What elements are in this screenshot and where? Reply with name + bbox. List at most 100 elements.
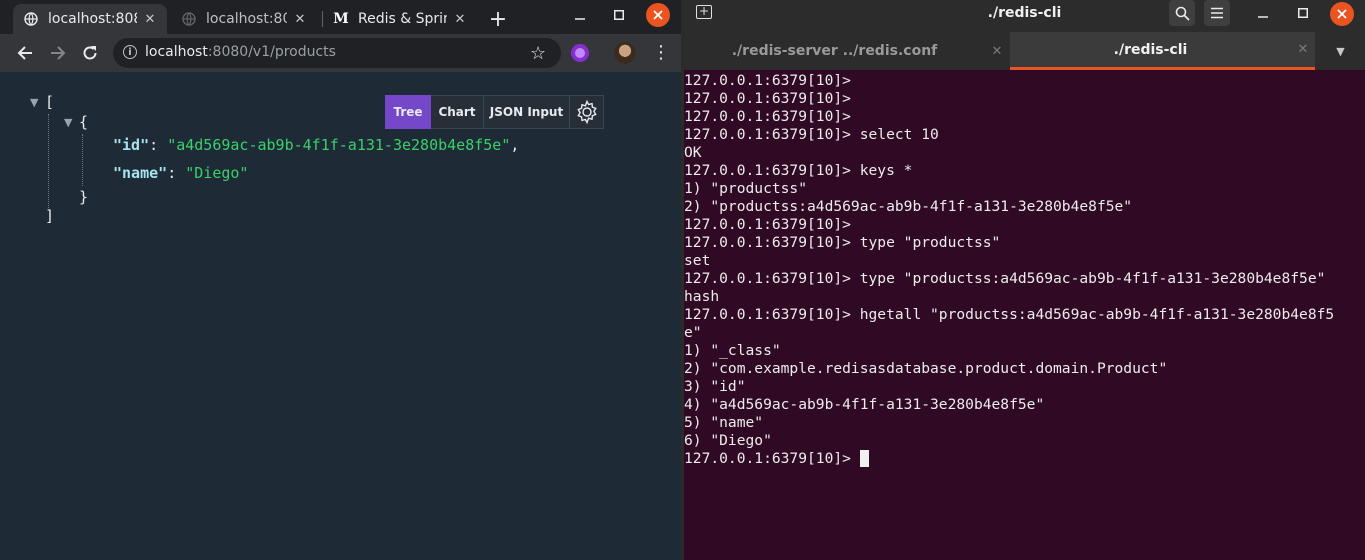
close-icon	[653, 10, 663, 20]
browser-tab-strip: localhost:8080/v1/products ✕ localhost:8…	[0, 0, 681, 34]
close-brace: }	[79, 188, 89, 206]
globe-icon	[181, 11, 197, 27]
browser-window: localhost:8080/v1/products ✕ localhost:8…	[0, 0, 681, 560]
terminal-header: + ./redis-cli	[684, 0, 1365, 32]
json-key: "id"	[113, 136, 150, 154]
bookmark-star-icon[interactable]: ☆	[530, 43, 546, 64]
reload-icon	[83, 46, 97, 60]
maximize-button[interactable]	[605, 4, 633, 26]
hamburger-icon	[1211, 7, 1223, 19]
terminal-tab-redis-server[interactable]: ./redis-server ../redis.conf ✕	[684, 32, 1009, 70]
tab-chart[interactable]: Chart	[431, 95, 484, 129]
browser-tab-3[interactable]: M Redis & Spring Boot ✕	[323, 4, 477, 34]
indent-guide	[82, 134, 83, 186]
terminal-line: 1) "productss"	[684, 180, 808, 197]
terminal-line: 127.0.0.1:6379[10]>	[684, 216, 851, 233]
view-mode-tabs: Tree Chart JSON Input	[385, 95, 604, 129]
json-value: "a4d569ac-ab9b-4f1f-a131-3e280b4e8f5e"	[167, 136, 511, 154]
collapse-triangle-icon[interactable]: ▼	[64, 116, 72, 129]
tab-list-dropdown-icon[interactable]: ▼	[1316, 32, 1365, 70]
indent-guide	[48, 114, 49, 210]
json-viewer: ▼ [ ▼ { "id": "a4d569ac-ab9b-4f1f-a131-3…	[0, 72, 681, 560]
close-icon	[1337, 9, 1347, 19]
search-icon	[1175, 6, 1190, 21]
json-row-id: "id": "a4d569ac-ab9b-4f1f-a131-3e280b4e8…	[113, 136, 520, 154]
terminal-prompt-line[interactable]: 127.0.0.1:6379[10]>	[684, 450, 1365, 468]
menu-dots-icon[interactable]: ⋮	[652, 42, 670, 63]
settings-button[interactable]	[570, 95, 604, 129]
terminal-line: 127.0.0.1:6379[10]> hgetall "productss:a…	[684, 306, 1335, 323]
arrow-right-icon	[51, 46, 66, 60]
minimize-button[interactable]	[566, 4, 594, 26]
extension-icon[interactable]	[571, 44, 589, 62]
maximize-icon	[1298, 8, 1308, 18]
terminal-line: 127.0.0.1:6379[10]> type "productss"	[684, 234, 1001, 251]
url-text: localhost:8080/v1/products	[145, 44, 336, 60]
terminal-line: 127.0.0.1:6379[10]>	[684, 90, 851, 107]
url-path: :8080/v1/products	[207, 44, 336, 60]
browser-tab-title: Redis & Spring Boot	[358, 11, 447, 27]
search-button[interactable]	[1169, 0, 1195, 26]
maximize-icon	[614, 10, 624, 20]
terminal-line: 2) "com.example.redisasdatabase.product.…	[684, 360, 1168, 377]
terminal-tab-redis-cli[interactable]: ./redis-cli ✕	[1010, 32, 1315, 70]
close-icon[interactable]: ✕	[985, 44, 1009, 59]
terminal-prompt: 127.0.0.1:6379[10]>	[684, 450, 860, 467]
terminal-line: 127.0.0.1:6379[10]> select 10	[684, 126, 939, 143]
json-key: "name"	[113, 164, 168, 182]
minimize-icon	[1258, 16, 1268, 18]
terminal-line: 127.0.0.1:6379[10]> keys *	[684, 162, 913, 179]
new-tab-button[interactable]: +	[486, 7, 510, 32]
json-value: "Diego"	[185, 164, 249, 182]
arrow-left-icon	[17, 46, 32, 60]
terminal-line: set	[684, 252, 711, 269]
minimize-icon	[575, 18, 585, 20]
terminal-line: 127.0.0.1:6379[10]>	[684, 108, 851, 125]
forward-button[interactable]	[47, 42, 69, 64]
close-icon[interactable]: ✕	[141, 10, 159, 28]
close-bracket: ]	[45, 207, 55, 225]
close-icon[interactable]: ✕	[291, 10, 309, 28]
terminal-output[interactable]: 127.0.0.1:6379[10]> 127.0.0.1:6379[10]> …	[684, 72, 1365, 560]
close-icon[interactable]: ✕	[451, 10, 469, 28]
globe-icon	[23, 11, 39, 27]
tab-tree[interactable]: Tree	[385, 95, 431, 129]
terminal-line: hash	[684, 288, 720, 305]
hamburger-menu-button[interactable]	[1204, 0, 1230, 26]
window-close-button[interactable]	[1330, 2, 1354, 26]
json-row-name: "name": "Diego"	[113, 164, 249, 182]
terminal-window: + ./redis-cli ./redis-server ../redis.co…	[684, 0, 1365, 560]
terminal-line: 6) "Diego"	[684, 432, 772, 449]
terminal-line: 2) "productss:a4d569ac-ab9b-4f1f-a131-3e…	[684, 198, 1133, 215]
tab-json-input[interactable]: JSON Input	[484, 95, 570, 129]
browser-tab-1[interactable]: localhost:8080/v1/products ✕	[13, 4, 167, 34]
open-bracket: [	[45, 93, 55, 111]
reload-button[interactable]	[79, 42, 101, 64]
terminal-tab-label: ./redis-server ../redis.conf	[731, 43, 938, 59]
terminal-line: 3) "id"	[684, 378, 746, 395]
gear-icon	[576, 99, 597, 125]
terminal-line: 127.0.0.1:6379[10]>	[684, 72, 851, 89]
terminal-line: 4) "a4d569ac-ab9b-4f1f-a131-3e280b4e8f5e…	[684, 396, 1045, 413]
browser-tab-title: localhost:8080/v1/products	[206, 11, 287, 27]
minimize-button[interactable]	[1250, 0, 1276, 26]
collapse-triangle-icon[interactable]: ▼	[30, 96, 38, 109]
browser-tab-2[interactable]: localhost:8080/v1/products ✕	[171, 4, 317, 34]
terminal-tab-label: ./redis-cli	[1113, 41, 1188, 58]
address-bar[interactable]: i localhost:8080/v1/products ☆	[113, 38, 561, 68]
window-close-button[interactable]	[646, 3, 670, 27]
back-button[interactable]	[14, 42, 36, 64]
profile-avatar[interactable]	[614, 42, 636, 64]
browser-tab-title: localhost:8080/v1/products	[48, 11, 137, 27]
url-host: localhost	[145, 44, 208, 60]
terminal-line: e"	[684, 324, 702, 341]
info-icon[interactable]: i	[123, 45, 137, 59]
maximize-button[interactable]	[1290, 0, 1316, 26]
terminal-line: 5) "name"	[684, 414, 764, 431]
terminal-tab-bar: ./redis-server ../redis.conf ✕ ./redis-c…	[684, 32, 1365, 70]
terminal-line: OK	[684, 144, 702, 161]
open-brace: {	[79, 113, 89, 131]
terminal-line: 1) "_class"	[684, 342, 781, 359]
close-icon[interactable]: ✕	[1291, 42, 1315, 57]
text-cursor	[859, 450, 869, 467]
